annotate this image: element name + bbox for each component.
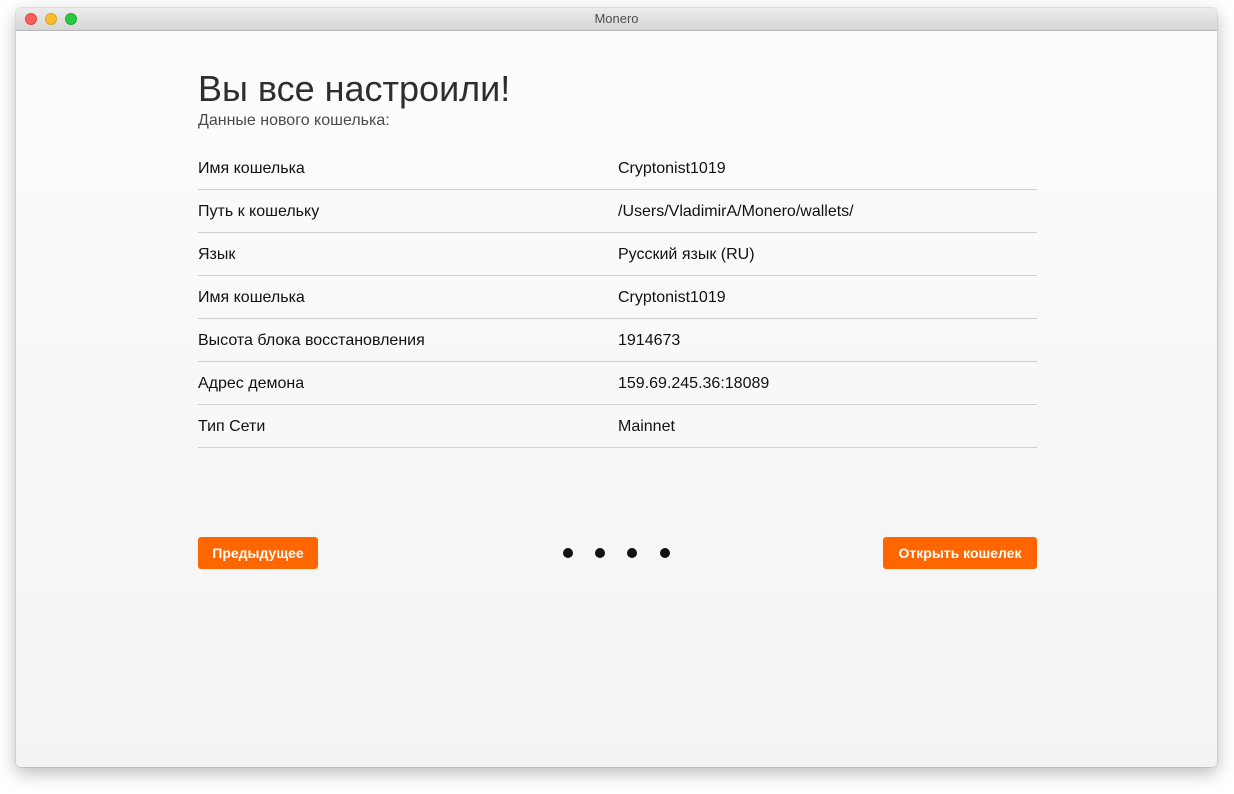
detail-row-wallet-name: Имя кошелька Cryptonist1019 — [198, 147, 1037, 190]
detail-row-restore-height: Высота блока восстановления 1914673 — [198, 319, 1037, 362]
open-wallet-button[interactable]: Открыть кошелек — [883, 537, 1037, 569]
detail-label: Путь к кошельку — [198, 203, 320, 220]
window-title: Monero — [594, 11, 639, 26]
detail-value: Cryptonist1019 — [618, 289, 726, 306]
detail-value: 1914673 — [618, 332, 681, 349]
page-subtitle: Данные нового кошелька: — [198, 112, 390, 129]
detail-value: /Users/VladimirA/Monero/wallets/ — [618, 203, 854, 220]
app-window: Monero Вы все настроили! Данные нового к… — [16, 8, 1217, 767]
detail-label: Адрес демона — [198, 375, 305, 392]
detail-label: Имя кошелька — [198, 160, 305, 177]
detail-row-network-type: Тип Сети Mainnet — [198, 405, 1037, 448]
detail-value: Cryptonist1019 — [618, 160, 726, 177]
previous-button[interactable]: Предыдущее — [198, 537, 318, 569]
page-title: Вы все настроили! — [198, 68, 511, 109]
step-dot — [660, 548, 670, 558]
detail-value: Mainnet — [618, 418, 675, 435]
step-dot — [627, 548, 637, 558]
detail-label: Тип Сети — [198, 418, 266, 435]
title-bar[interactable]: Monero — [16, 8, 1217, 31]
detail-row-wallet-path: Путь к кошельку /Users/VladimirA/Monero/… — [198, 190, 1037, 233]
detail-value: Русский язык (RU) — [618, 246, 755, 263]
detail-label: Язык — [198, 246, 236, 263]
detail-label: Высота блока восстановления — [198, 332, 425, 349]
step-dot — [595, 548, 605, 558]
detail-label: Имя кошелька — [198, 289, 305, 306]
step-dot — [563, 548, 573, 558]
detail-value: 159.69.245.36:18089 — [618, 375, 770, 392]
detail-row-language: Язык Русский язык (RU) — [198, 233, 1037, 276]
wallet-details-table: Имя кошелька Cryptonist1019 Путь к кошел… — [198, 147, 1037, 448]
detail-row-daemon-address: Адрес демона 159.69.245.36:18089 — [198, 362, 1037, 405]
detail-row-wallet-name-repeat: Имя кошелька Cryptonist1019 — [198, 276, 1037, 319]
